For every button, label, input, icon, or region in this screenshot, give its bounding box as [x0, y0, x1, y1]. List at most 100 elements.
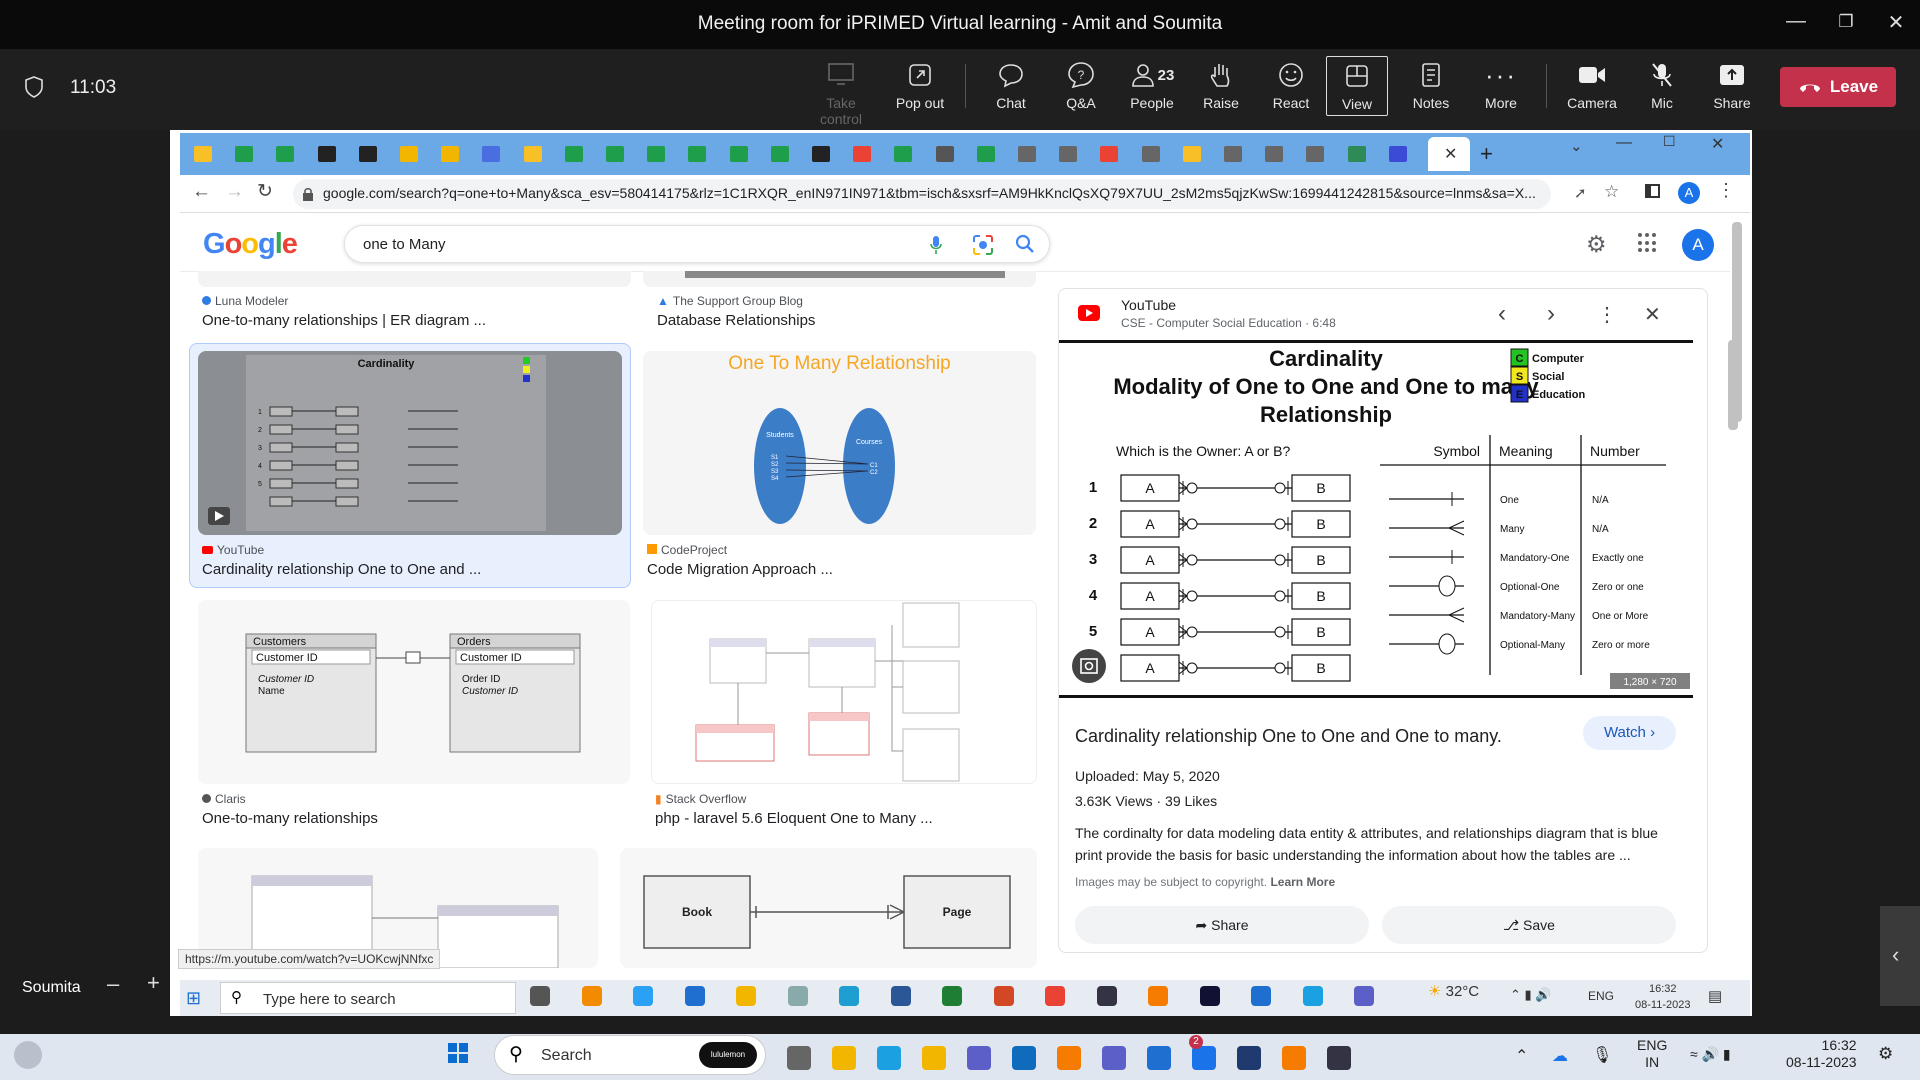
raise-hand-button[interactable]: Raise [1186, 60, 1256, 111]
browser-tab[interactable] [894, 146, 913, 162]
notes-button[interactable]: Notes [1396, 60, 1466, 111]
google-logo[interactable]: Google [203, 228, 298, 261]
browser-tab[interactable] [276, 146, 295, 162]
browser-tab[interactable] [1182, 146, 1201, 162]
restore-icon[interactable]: ❐ [1826, 12, 1866, 32]
taskbar-search[interactable]: ⚲ Search lululemon [494, 1035, 766, 1075]
shared-taskbar-app-icon[interactable] [1148, 986, 1168, 1006]
view-button[interactable]: View [1326, 56, 1388, 116]
browser-tab[interactable] [606, 146, 624, 162]
taskbar-app-icon[interactable] [787, 1046, 811, 1070]
shared-taskbar-app-icon[interactable] [736, 986, 756, 1006]
qa-button[interactable]: ? Q&A [1046, 60, 1116, 111]
show-hidden-icons[interactable]: ⌃ [1515, 1046, 1528, 1066]
shared-taskbar-app-icon[interactable] [581, 986, 602, 1006]
preview-title[interactable]: Cardinality relationship One to One and … [1075, 726, 1502, 747]
share-page-icon[interactable]: ➚ [1574, 184, 1587, 202]
new-tab-icon[interactable]: + [1480, 141, 1493, 167]
shared-taskbar-app-icon[interactable] [530, 986, 550, 1006]
minimize-icon[interactable]: — [1776, 10, 1816, 33]
browser-tab[interactable] [1306, 146, 1325, 162]
back-icon[interactable]: ← [192, 181, 211, 203]
search-icon[interactable] [1015, 234, 1035, 254]
browser-tab[interactable] [935, 146, 954, 162]
image-thumbnail[interactable] [198, 271, 631, 287]
browser-tab[interactable] [688, 146, 707, 162]
browser-tab[interactable] [358, 146, 377, 162]
previous-image-icon[interactable]: ‹ [1498, 300, 1506, 328]
browser-tab[interactable] [647, 146, 666, 162]
result-card[interactable]: ▲ The Support Group Blog Database Relatio… [657, 294, 1037, 329]
people-button[interactable]: 23 People [1116, 60, 1188, 111]
more-options-icon[interactable]: ⋮ [1597, 302, 1617, 327]
input-language[interactable]: ENG IN [1637, 1037, 1667, 1071]
zoom-out-icon[interactable]: – [107, 971, 119, 997]
browser-tab[interactable] [976, 146, 995, 162]
browser-tab[interactable] [523, 146, 542, 162]
browser-tab[interactable] [564, 146, 583, 162]
browser-menu-icon[interactable]: ⋮ [1717, 180, 1735, 201]
tab-search-icon[interactable]: ⌄ [1570, 137, 1583, 155]
browser-tab[interactable] [235, 146, 254, 162]
taskbar-clock[interactable]: 16:32 08-11-2023 [1786, 1037, 1857, 1071]
google-account-avatar[interactable]: A [1682, 229, 1714, 261]
more-button[interactable]: ··· More [1466, 60, 1536, 112]
share-result-button[interactable]: ➦ Share [1075, 906, 1369, 944]
taskbar-app-icon[interactable] [877, 1046, 901, 1070]
browser-tab[interactable] [441, 146, 460, 162]
lens-search-image-button[interactable] [1072, 649, 1106, 683]
address-bar[interactable]: google.com/search?q=one+to+Many&sca_esv=… [293, 179, 1551, 209]
taskbar-app-icon[interactable] [1147, 1046, 1171, 1070]
mic-button[interactable]: Mic [1627, 60, 1697, 111]
pop-out-button[interactable]: Pop out [885, 60, 955, 111]
watch-button[interactable]: Watch › [1583, 716, 1676, 750]
result-card[interactable]: Luna Modeler One-to-many relationships |… [202, 294, 622, 329]
page-scrollbar[interactable] [1732, 222, 1742, 422]
taskbar-app-icon[interactable] [1327, 1046, 1351, 1070]
windows-start-icon[interactable]: ⊞ [186, 988, 201, 1009]
result-card[interactable]: CodeProject Code Migration Approach ... [647, 543, 1027, 578]
browser-tab[interactable] [1347, 146, 1366, 162]
taskbar-app-icon[interactable] [1282, 1046, 1306, 1070]
settings-gear-icon[interactable]: ⚙ [1586, 231, 1607, 258]
zoom-in-icon[interactable]: + [147, 970, 160, 996]
shared-taskbar-app-icon[interactable] [1302, 986, 1323, 1006]
taskbar-app-icon[interactable] [1102, 1046, 1126, 1070]
bookmark-star-icon[interactable]: ☆ [1604, 182, 1619, 202]
profile-avatar[interactable]: A [1678, 182, 1700, 204]
shared-taskbar-app-icon[interactable] [1045, 986, 1065, 1006]
browser-tab[interactable] [1059, 146, 1078, 162]
weather-widget-icon[interactable] [14, 1041, 42, 1069]
reload-icon[interactable]: ↻ [257, 180, 273, 203]
shared-taskbar-app-icon[interactable] [942, 986, 962, 1006]
image-thumbnail[interactable] [651, 600, 1037, 784]
taskbar-app-icon[interactable] [967, 1046, 991, 1070]
shared-taskbar-app-icon[interactable] [1354, 986, 1374, 1006]
camera-button[interactable]: Camera [1557, 60, 1627, 111]
taskbar-app-icon[interactable] [832, 1046, 856, 1070]
browser-tab[interactable] [400, 146, 418, 162]
shared-taskbar-app-icon[interactable] [633, 986, 653, 1006]
taskbar-app-icon[interactable] [1012, 1046, 1036, 1070]
browser-tab[interactable] [1100, 146, 1119, 162]
apps-grid-icon[interactable] [1638, 233, 1658, 253]
browser-tab[interactable] [194, 146, 212, 162]
chat-button[interactable]: Chat [976, 60, 1046, 111]
shared-taskbar-app-icon[interactable] [787, 986, 808, 1006]
result-card[interactable]: Claris One-to-many relationships [202, 792, 622, 827]
take-control-button[interactable]: Take control [806, 60, 876, 127]
share-button[interactable]: Share [1697, 60, 1767, 111]
start-button-icon[interactable] [448, 1043, 468, 1063]
result-card[interactable]: ▮ Stack Overflow php - laravel 5.6 Eloque… [655, 792, 1035, 827]
taskbar-app-icon[interactable] [922, 1046, 946, 1070]
taskbar-app-icon[interactable] [1237, 1046, 1261, 1070]
forward-icon[interactable]: → [225, 181, 244, 203]
image-thumbnail[interactable] [643, 271, 1036, 287]
shared-taskbar-app-icon[interactable] [1096, 986, 1117, 1006]
image-thumbnail[interactable]: Cardinality 1 2 3 4 5 [198, 351, 622, 535]
next-image-icon[interactable]: › [1547, 300, 1555, 328]
shared-taskbar-app-icon[interactable] [1199, 986, 1220, 1006]
active-tab[interactable]: ✕ [1428, 137, 1470, 171]
image-thumbnail[interactable]: One To Many Relationship Students Course… [643, 351, 1036, 535]
taskbar-app-icon[interactable] [1057, 1046, 1081, 1070]
